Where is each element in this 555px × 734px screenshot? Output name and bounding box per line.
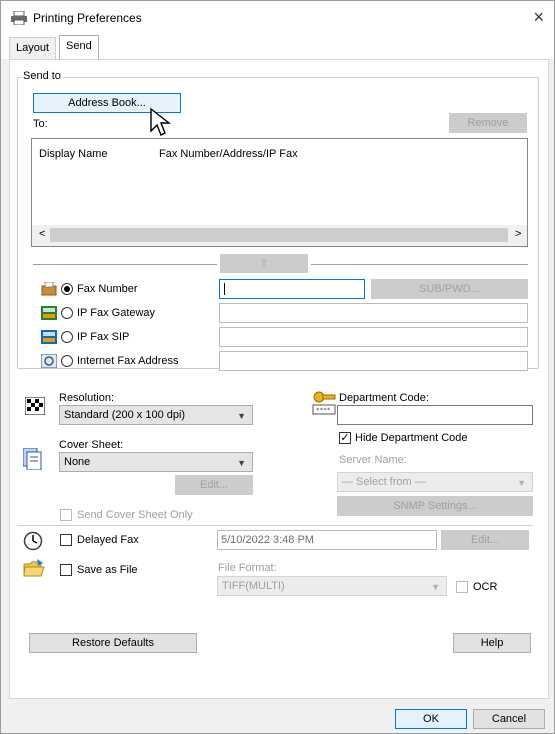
ip-fax-gateway-icon — [41, 306, 57, 320]
save-as-file-label: Save as File — [77, 564, 138, 576]
column-header-display-name[interactable]: Display Name — [39, 148, 107, 160]
tab-strip: Layout Send — [1, 35, 554, 59]
server-name-select[interactable]: — Select from — ▼ — [337, 472, 533, 492]
cover-sheet-value: None — [64, 456, 91, 468]
ok-button[interactable]: OK — [395, 709, 467, 729]
internet-fax-radio[interactable] — [61, 355, 73, 367]
sub-pwd-button[interactable]: SUB/PWD... — [371, 279, 528, 299]
delayed-fax-datetime[interactable]: 5/10/2022 3:48 PM — [217, 530, 437, 550]
separator-right — [311, 264, 528, 265]
delayed-fax-edit-button[interactable]: Edit... — [441, 530, 529, 550]
send-cover-sheet-only-checkbox[interactable] — [60, 509, 72, 521]
printer-icon — [11, 11, 27, 25]
up-arrow-icon: ⇧ — [259, 258, 269, 270]
chevron-down-icon: ▼ — [237, 458, 246, 468]
file-format-value: TIFF(MULTI) — [222, 580, 285, 592]
hide-department-code-checkbox[interactable]: ✓ — [339, 432, 351, 444]
chevron-down-icon: ▼ — [517, 478, 526, 488]
tab-send[interactable]: Send — [59, 35, 99, 59]
tab-layout[interactable]: Layout — [9, 37, 57, 59]
help-button[interactable]: Help — [453, 633, 531, 653]
close-icon[interactable]: × — [533, 7, 544, 28]
ip-fax-gateway-label: IP Fax Gateway — [77, 307, 156, 319]
recipient-list[interactable]: Display Name Fax Number/Address/IP Fax <… — [31, 138, 528, 247]
ip-fax-gateway-input[interactable] — [219, 303, 528, 323]
svg-text:****: **** — [316, 407, 331, 414]
resolution-value: Standard (200 x 100 dpi) — [64, 409, 186, 421]
department-code-key-icon: **** — [312, 391, 336, 415]
printing-preferences-window: Printing Preferences × Layout Send Send … — [0, 0, 555, 734]
ip-fax-gateway-radio[interactable] — [61, 307, 73, 319]
file-format-select[interactable]: TIFF(MULTI) ▼ — [217, 576, 447, 596]
internet-fax-input[interactable] — [219, 351, 528, 371]
cancel-button[interactable]: Cancel — [473, 709, 545, 729]
window-title: Printing Preferences — [33, 11, 142, 25]
cover-sheet-label: Cover Sheet: — [59, 439, 124, 451]
fax-number-radio[interactable] — [61, 283, 73, 295]
ip-fax-sip-input[interactable] — [219, 327, 528, 347]
to-label: To: — [33, 118, 48, 130]
send-cover-sheet-only-label: Send Cover Sheet Only — [77, 509, 193, 521]
scroll-left-arrow[interactable]: < — [39, 228, 45, 240]
separator-left — [33, 264, 217, 265]
ip-fax-sip-label: IP Fax SIP — [77, 331, 130, 343]
remove-button[interactable]: Remove — [449, 113, 527, 133]
resolution-select[interactable]: Standard (200 x 100 dpi) ▼ — [59, 405, 253, 425]
department-code-input[interactable] — [337, 405, 533, 425]
hide-department-code-label: Hide Department Code — [355, 432, 468, 444]
folder-save-icon — [23, 559, 45, 577]
chevron-down-icon: ▼ — [431, 582, 440, 592]
file-format-label: File Format: — [218, 562, 277, 574]
resolution-icon — [25, 397, 45, 415]
section-divider — [17, 525, 533, 526]
send-to-group-label: Send to — [21, 70, 63, 82]
scroll-right-arrow[interactable]: > — [515, 228, 521, 240]
delayed-fax-datetime-value: 5/10/2022 3:48 PM — [221, 534, 314, 546]
server-name-value: — Select from — — [342, 476, 426, 488]
snmp-settings-button[interactable]: SNMP Settings... — [337, 496, 533, 516]
cover-sheet-edit-button[interactable]: Edit... — [175, 475, 253, 495]
fax-number-input[interactable] — [219, 279, 365, 299]
restore-defaults-button[interactable]: Restore Defaults — [29, 633, 197, 653]
clock-icon — [23, 531, 43, 551]
text-caret — [224, 283, 225, 295]
fax-machine-icon — [41, 282, 57, 296]
cover-sheet-icon — [23, 448, 42, 470]
scrollbar-thumb[interactable] — [50, 228, 508, 242]
title-bar: Printing Preferences × — [1, 1, 554, 35]
ocr-label: OCR — [473, 581, 498, 593]
delayed-fax-label: Delayed Fax — [77, 534, 139, 546]
horizontal-scrollbar[interactable]: < > — [32, 225, 527, 246]
save-as-file-checkbox[interactable] — [60, 564, 72, 576]
mouse-cursor-icon — [150, 107, 172, 136]
column-header-fax-number[interactable]: Fax Number/Address/IP Fax — [159, 148, 298, 160]
resolution-label: Resolution: — [59, 392, 115, 404]
delayed-fax-checkbox[interactable] — [60, 534, 72, 546]
fax-number-label: Fax Number — [77, 283, 138, 295]
cover-sheet-select[interactable]: None ▼ — [59, 452, 253, 472]
ocr-checkbox[interactable] — [456, 581, 468, 593]
server-name-label: Server Name: — [339, 454, 407, 466]
internet-fax-label: Internet Fax Address — [77, 355, 179, 367]
department-code-label: Department Code: — [339, 392, 429, 404]
chevron-down-icon: ▼ — [237, 411, 246, 421]
internet-fax-icon — [41, 354, 57, 368]
ip-fax-sip-icon — [41, 330, 57, 344]
ip-fax-sip-radio[interactable] — [61, 331, 73, 343]
add-to-list-button[interactable]: ⇧ — [220, 254, 308, 273]
